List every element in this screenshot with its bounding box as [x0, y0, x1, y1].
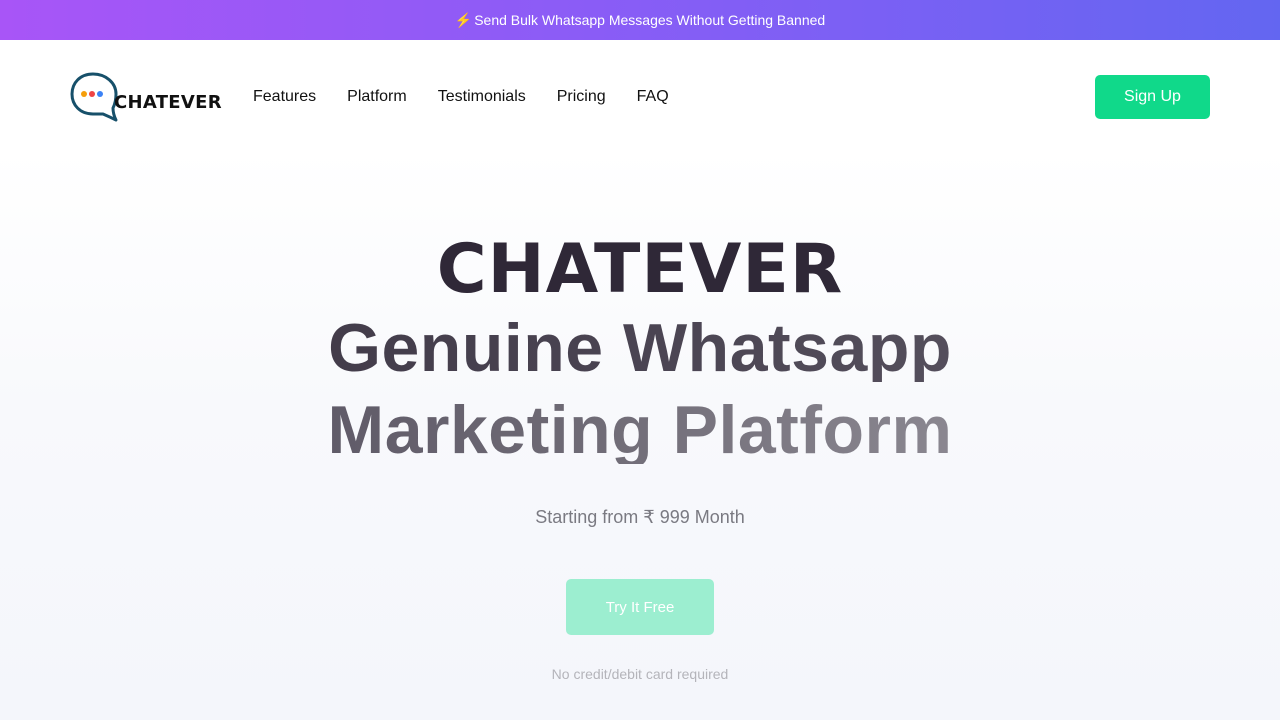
logo-text: CHATEVER: [114, 92, 222, 113]
promo-banner: ⚡ Send Bulk Whatsapp Messages Without Ge…: [0, 0, 1280, 40]
hero-headline-line-1: Genuine Whatsapp: [0, 314, 1280, 382]
nav-link-platform[interactable]: Platform: [347, 88, 407, 106]
nav-link-testimonials[interactable]: Testimonials: [438, 88, 526, 106]
promo-text: Send Bulk Whatsapp Messages Without Gett…: [474, 12, 826, 28]
hero-title: CHATEVER: [436, 230, 844, 309]
hero-headline-line-2: Marketing Platform: [0, 396, 1280, 464]
sign-up-button[interactable]: Sign Up: [1095, 75, 1210, 119]
nav-link-pricing[interactable]: Pricing: [557, 88, 606, 106]
pricing-subtitle: Starting from ₹ 999 Month: [535, 507, 745, 527]
main-nav: Features Platform Testimonials Pricing F…: [253, 88, 700, 106]
nav-link-faq[interactable]: FAQ: [637, 88, 669, 106]
chat-bubble-icon: [70, 72, 118, 122]
lightning-bolt-icon: ⚡: [454, 11, 473, 28]
navbar: CHATEVER Features Platform Testimonials …: [0, 40, 1280, 150]
no-card-note: No credit/debit card required: [551, 666, 729, 682]
nav-link-features[interactable]: Features: [253, 88, 316, 106]
logo[interactable]: CHATEVER: [70, 72, 222, 122]
hero-section: CHATEVER Genuine Whatsapp Marketing Plat…: [0, 150, 1280, 720]
try-it-free-button[interactable]: Try It Free: [566, 579, 714, 635]
